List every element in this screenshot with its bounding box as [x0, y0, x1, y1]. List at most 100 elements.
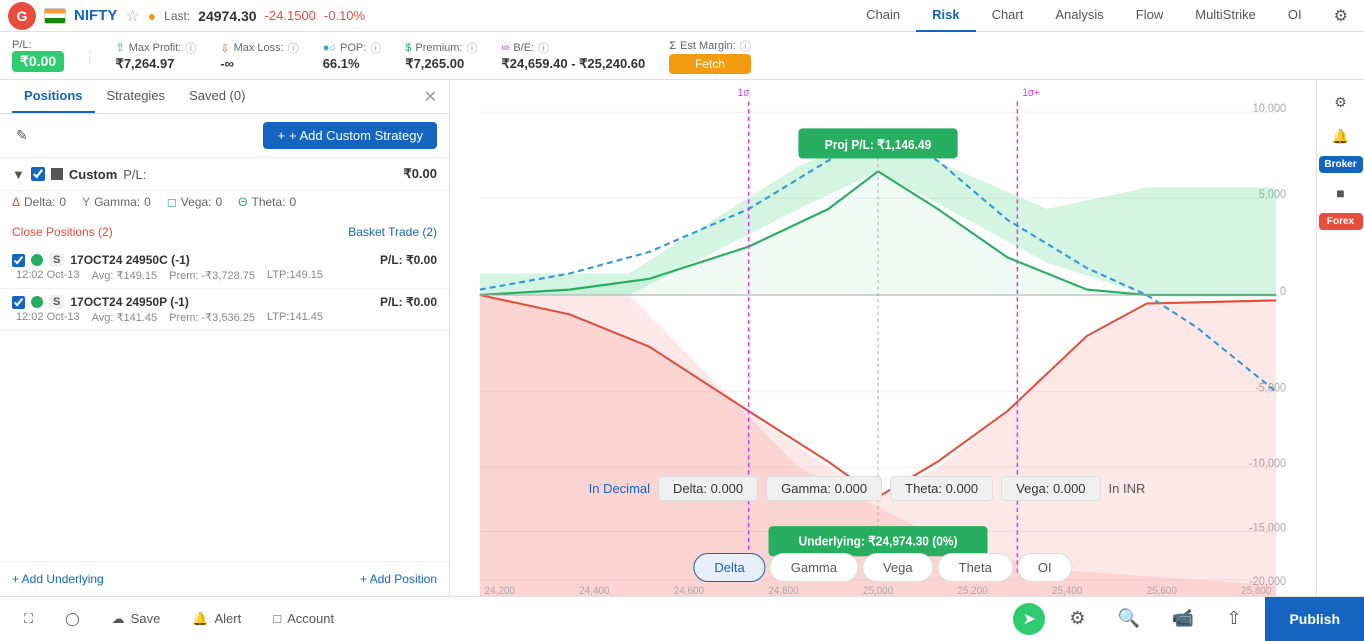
- price-change: -24.1500: [265, 8, 316, 23]
- chevron-down-icon[interactable]: ▼: [12, 167, 25, 182]
- max-profit-info-icon[interactable]: ⓘ: [185, 40, 196, 56]
- close-positions-link[interactable]: Close Positions (2): [12, 225, 113, 239]
- position-details-1: 12:02 Oct-13 Avg: ₹149.15 Prem: -₹3,728.…: [12, 269, 437, 282]
- watchlist-star-icon[interactable]: ☆: [125, 6, 139, 26]
- position-row-2: S 17OCT24 24950P (-1) P/L: ₹0.00: [12, 295, 437, 309]
- svg-text:24,200: 24,200: [485, 586, 516, 596]
- pop-value: 66.1%: [323, 56, 382, 71]
- alert-label: Alert: [215, 611, 242, 626]
- position-item: S 17OCT24 24950P (-1) P/L: ₹0.00 12:02 O…: [0, 289, 449, 331]
- position-checkbox-2[interactable]: [12, 296, 25, 309]
- tab-saved[interactable]: Saved (0): [177, 80, 257, 113]
- position-checkbox-1[interactable]: [12, 254, 25, 267]
- add-underlying-button[interactable]: + Add Underlying: [12, 572, 104, 586]
- position-row-1: S 17OCT24 24950C (-1) P/L: ₹0.00: [12, 253, 437, 267]
- forex-button[interactable]: Forex: [1319, 213, 1363, 230]
- video-icon[interactable]: 📹: [1164, 604, 1202, 633]
- positions-section: Close Positions (2) Basket Trade (2) S 1…: [0, 217, 449, 561]
- theta-symbol: Θ: [238, 195, 247, 209]
- coin-icon: ●: [148, 8, 156, 24]
- strategy-header: ▼ Custom P/L: ₹0.00: [0, 158, 449, 191]
- current-price: 24974.30: [198, 8, 256, 24]
- vega-badge: Vega: 0.000: [1001, 476, 1100, 501]
- left-panel-tabs: Positions Strategies Saved (0) ✕: [0, 80, 449, 114]
- publish-button[interactable]: Publish: [1265, 597, 1364, 641]
- tab-positions[interactable]: Positions: [12, 80, 95, 113]
- account-button[interactable]: □ Account: [265, 607, 342, 630]
- est-margin-info-icon[interactable]: ⓘ: [740, 38, 751, 54]
- settings-icon[interactable]: ⚙: [1326, 6, 1356, 26]
- basket-trade-link[interactable]: Basket Trade (2): [348, 225, 437, 239]
- chart-tab-delta[interactable]: Delta: [693, 553, 765, 582]
- tab-oi[interactable]: OI: [1272, 0, 1318, 32]
- position-avg-1: Avg: ₹149.15: [92, 269, 158, 282]
- position-avg-2: Avg: ₹141.45: [92, 311, 158, 324]
- strategy-name: Custom: [69, 167, 117, 182]
- tab-flow[interactable]: Flow: [1120, 0, 1179, 32]
- top-nav: G NIFTY ☆ ● Last: 24974.30 -24.1500 -0.1…: [0, 0, 1364, 32]
- svg-text:1σ: 1σ: [738, 88, 750, 99]
- svg-text:25,400: 25,400: [1052, 586, 1083, 596]
- theta-value: 0: [290, 195, 297, 209]
- premium-info-icon[interactable]: ⓘ: [466, 40, 477, 56]
- premium-value: ₹7,265.00: [405, 56, 477, 72]
- telegram-icon[interactable]: ➤: [1013, 603, 1045, 635]
- chart-tab-theta[interactable]: Theta: [938, 553, 1013, 582]
- svg-text:25,600: 25,600: [1147, 586, 1178, 596]
- plus-icon: +: [277, 128, 285, 143]
- tab-chart[interactable]: Chart: [976, 0, 1040, 32]
- chart-tab-vega[interactable]: Vega: [862, 553, 934, 582]
- alert-button[interactable]: 🔔 Alert: [184, 607, 249, 631]
- country-flag: [44, 8, 66, 24]
- max-loss-info-icon[interactable]: ⓘ: [288, 40, 299, 56]
- be-info-icon[interactable]: ⓘ: [538, 40, 549, 56]
- tab-multistrike[interactable]: MultiStrike: [1179, 0, 1272, 32]
- settings-icon[interactable]: ⚙: [1327, 88, 1355, 116]
- price-change-pct: -0.10%: [324, 8, 365, 23]
- share-icon[interactable]: ⇧: [1218, 604, 1249, 633]
- pop-info-icon[interactable]: ⓘ: [370, 40, 381, 56]
- bottom-bar: ⛶ ◯ ☁ Save 🔔 Alert □ Account ➤ ⚙ 🔍 📹 ⇧ P…: [0, 596, 1364, 640]
- close-panel-button[interactable]: ✕: [424, 80, 437, 113]
- delta-symbol: Δ: [12, 195, 20, 209]
- position-pnl-2: P/L: ₹0.00: [380, 295, 437, 309]
- chart-tab-oi[interactable]: OI: [1017, 553, 1073, 582]
- tab-chain[interactable]: Chain: [850, 0, 916, 32]
- save-button[interactable]: ☁ Save: [104, 607, 169, 631]
- positions-actions: Close Positions (2) Basket Trade (2): [0, 217, 449, 247]
- add-custom-strategy-button[interactable]: + + Add Custom Strategy: [263, 122, 437, 149]
- greeks-display: In Decimal Delta: 0.000 Gamma: 0.000 The…: [450, 476, 1284, 501]
- max-profit-label: Max Profit:: [129, 42, 182, 54]
- edit-icon[interactable]: ✎: [12, 123, 32, 148]
- expand-button[interactable]: ⛶: [16, 607, 41, 631]
- position-prem-1: Prem: -₹3,728.75: [169, 269, 255, 282]
- main-layout: Positions Strategies Saved (0) ✕ ✎ + + A…: [0, 80, 1364, 596]
- max-profit-metric: ⇧ Max Profit: ⓘ ₹7,264.97: [116, 40, 197, 72]
- account-label: Account: [287, 611, 334, 626]
- fetch-button[interactable]: Fetch: [669, 54, 750, 74]
- chart-tab-gamma[interactable]: Gamma: [770, 553, 858, 582]
- strategy-checkbox[interactable]: [31, 167, 45, 181]
- tab-analysis[interactable]: Analysis: [1039, 0, 1119, 32]
- add-position-button[interactable]: + Add Position: [360, 572, 437, 586]
- tab-risk[interactable]: Risk: [916, 0, 975, 32]
- brain-button[interactable]: ◯: [57, 607, 88, 631]
- tab-strategies[interactable]: Strategies: [95, 80, 178, 113]
- broker-button[interactable]: Broker: [1319, 156, 1363, 173]
- bell-icon[interactable]: 🔔: [1327, 122, 1355, 150]
- svg-text:25,000: 25,000: [863, 586, 894, 596]
- position-pnl-1: P/L: ₹0.00: [380, 253, 437, 267]
- decimal-label[interactable]: In Decimal: [589, 481, 650, 496]
- svg-text:Underlying: ₹24,974.30 (0%): Underlying: ₹24,974.30 (0%): [799, 534, 958, 549]
- user-avatar: G: [8, 2, 36, 30]
- calendar-icon[interactable]: ■: [1327, 179, 1355, 207]
- svg-text:0: 0: [1280, 286, 1286, 298]
- vega-label: Vega:: [181, 195, 212, 209]
- vega-greek: ◻ Vega: 0: [167, 195, 222, 209]
- settings-bottom-icon[interactable]: ⚙: [1061, 604, 1093, 633]
- theta-label: Theta:: [251, 195, 285, 209]
- position-date-1: 12:02 Oct-13: [16, 269, 80, 282]
- position-date-2: 12:02 Oct-13: [16, 311, 80, 324]
- search-icon[interactable]: 🔍: [1110, 604, 1148, 633]
- strategy-pnl-label: P/L:: [123, 167, 146, 182]
